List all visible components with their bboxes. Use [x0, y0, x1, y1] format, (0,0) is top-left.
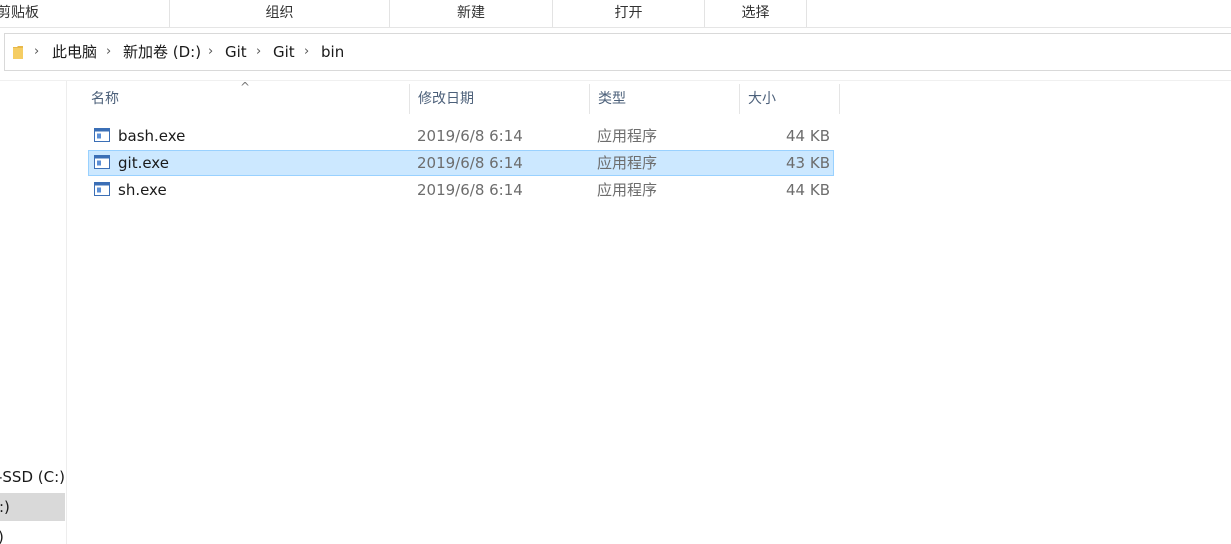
column-header-modified[interactable]: 修改日期: [410, 84, 590, 114]
ribbon-group-new: 新建: [390, 0, 553, 27]
file-name[interactable]: bash.exe: [118, 123, 185, 149]
breadcrumb-bin[interactable]: bin: [321, 34, 344, 70]
file-modified: 2019/6/8 6:14: [417, 181, 523, 199]
column-header-type[interactable]: 类型: [590, 84, 740, 114]
nav-item-drive-c[interactable]: -SSD (C:): [0, 463, 65, 491]
breadcrumb-separator[interactable]: ›: [304, 34, 309, 70]
file-modified: 2019/6/8 6:14: [417, 127, 523, 145]
column-header-size[interactable]: 大小: [740, 84, 840, 114]
file-type: 应用程序: [597, 127, 658, 145]
exe-file-icon: [94, 128, 110, 142]
column-header-name[interactable]: 名称: [83, 84, 410, 114]
breadcrumb-separator[interactable]: ›: [34, 34, 39, 70]
breadcrumb-separator[interactable]: ›: [208, 34, 213, 70]
toolbar-divider: [0, 80, 1231, 81]
breadcrumb-separator[interactable]: ›: [106, 34, 111, 70]
nav-item-drive-other[interactable]: ): [0, 523, 4, 544]
file-row-selected[interactable]: git.exe 2019/6/8 6:14 应用程序 43 KB: [88, 150, 834, 176]
file-row[interactable]: bash.exe 2019/6/8 6:14 应用程序 44 KB: [88, 123, 834, 149]
breadcrumb-drive-d[interactable]: 新加卷 (D:): [123, 34, 201, 70]
breadcrumb-this-pc[interactable]: 此电脑: [52, 34, 97, 70]
breadcrumb-separator[interactable]: ›: [256, 34, 261, 70]
navigation-pane[interactable]: -SSD (C:) :) ): [0, 81, 67, 544]
nav-item-drive-d[interactable]: :): [0, 493, 65, 521]
ribbon-group-clipboard: 剪贴板: [0, 0, 170, 27]
ribbon-group-labels: 剪贴板 组织 新建 打开 选择: [0, 0, 1231, 28]
file-modified: 2019/6/8 6:14: [417, 154, 523, 172]
file-size: 44 KB: [786, 181, 830, 199]
file-type: 应用程序: [597, 181, 658, 199]
ribbon-group-organize: 组织: [170, 0, 390, 27]
exe-file-icon: [94, 182, 110, 196]
file-row[interactable]: sh.exe 2019/6/8 6:14 应用程序 44 KB: [88, 177, 834, 203]
breadcrumb-git-sub[interactable]: Git: [273, 34, 295, 70]
breadcrumb-git[interactable]: Git: [225, 34, 247, 70]
file-size: 43 KB: [786, 154, 830, 172]
file-size: 44 KB: [786, 127, 830, 145]
address-bar[interactable]: › 此电脑 › 新加卷 (D:) › Git › Git › bin: [4, 33, 1231, 71]
ribbon-group-select: 选择: [705, 0, 807, 27]
ribbon-group-open: 打开: [553, 0, 705, 27]
folder-icon: [13, 46, 23, 59]
file-type: 应用程序: [597, 154, 658, 172]
file-name[interactable]: sh.exe: [118, 177, 167, 203]
exe-file-icon: [94, 155, 110, 169]
file-name[interactable]: git.exe: [118, 150, 169, 176]
